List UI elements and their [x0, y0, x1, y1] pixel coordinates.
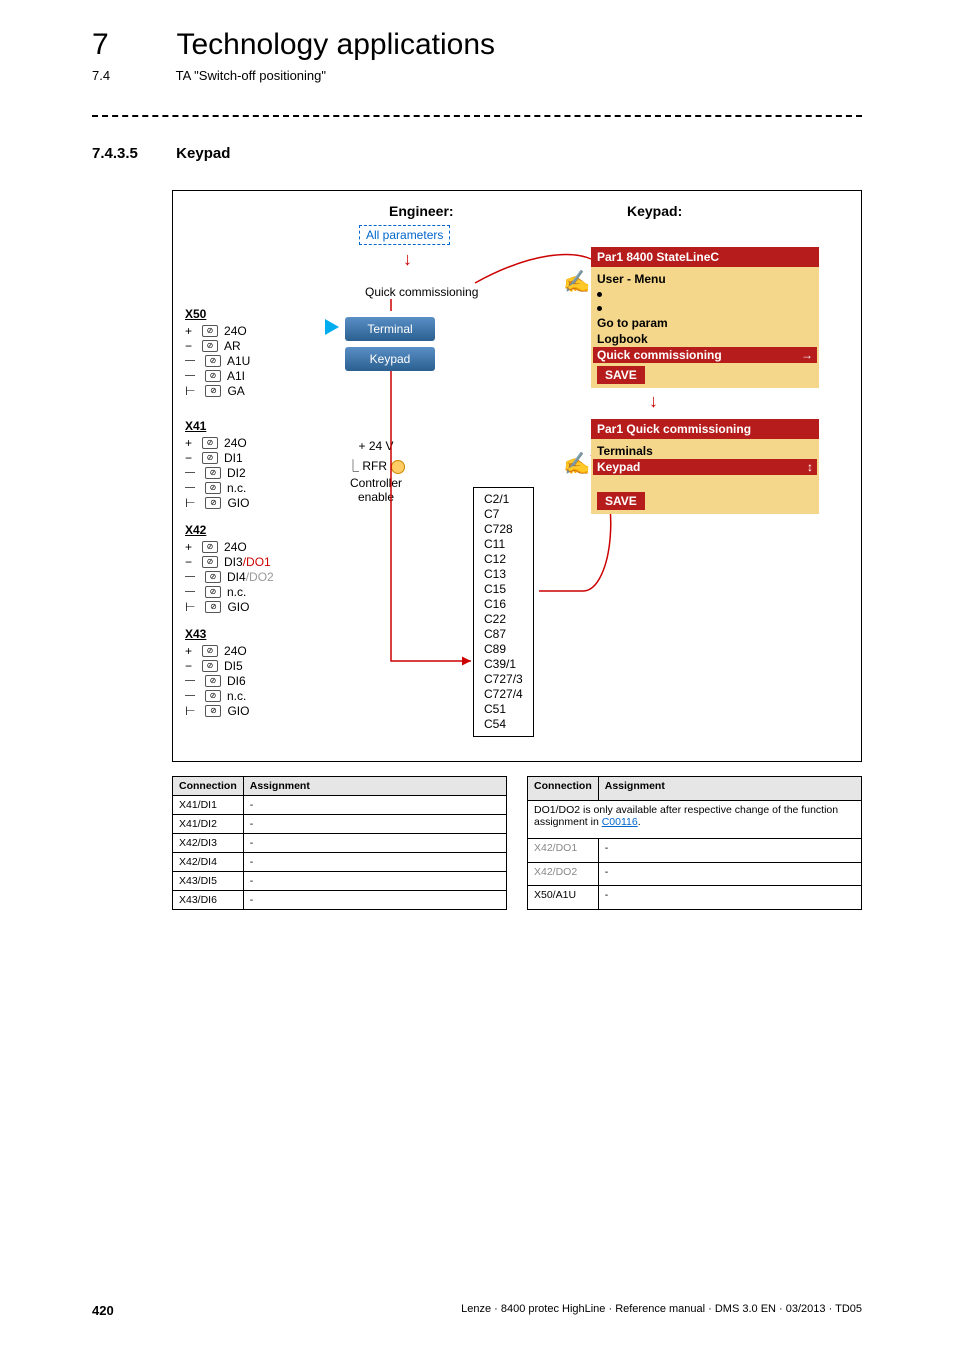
table-row: X43/DI6- [173, 891, 507, 910]
menu-item[interactable]: Logbook [597, 331, 813, 347]
code-list-box: C2/1 C7 C728 C11 C12 C13 C15 C16 C22 C87… [473, 487, 534, 737]
terminal-header: X41 [185, 419, 249, 433]
code-link[interactable]: C00116 [602, 816, 638, 828]
bullet-icon [597, 306, 602, 311]
terminal-x50: X50 +⊘24O −⊘AR ⊘A1U ⊘A1I ⊢⊘GA [185, 307, 250, 398]
terminal-x42: X42 +⊘24O −⊘DI3/DO1 ⊘DI4/DO2 ⊘n.c. ⊢⊘GIO [185, 523, 274, 614]
diagram-container: Engineer: Keypad: All parameters ↓ Quick… [172, 190, 862, 762]
pointer-icon [325, 319, 339, 335]
table-header: Connection [528, 777, 599, 801]
rfr-label: RFR [362, 459, 387, 473]
rfr-block: + 24 V ⎿ RFR Controller enable [347, 439, 405, 504]
terminal-x43: X43 +⊘24O −⊘DI5 ⊘DI6 ⊘n.c. ⊢⊘GIO [185, 627, 249, 718]
quick-commissioning-label: Quick commissioning [365, 285, 478, 299]
controller-enable-label: Controller enable [347, 476, 405, 504]
save-button[interactable]: SAVE [597, 492, 645, 510]
menu-body: User - Menu Go to param Logbook Quick co… [591, 267, 819, 388]
menu-item[interactable]: Go to param [597, 315, 813, 331]
section-title: Keypad [176, 145, 230, 162]
table-header: Connection [173, 777, 244, 796]
tables-container: Connection Assignment X41/DI1- X41/DI2- … [172, 776, 862, 910]
table-note: DO1/DO2 is only available after respecti… [528, 800, 862, 839]
menu-header: Par1 Quick commissioning [591, 419, 819, 439]
terminal-header: X43 [185, 627, 249, 641]
sub-title: TA "Switch-off positioning" [176, 68, 326, 83]
table-row: X50/A1U- [528, 886, 862, 910]
keypad-label: Keypad: [627, 203, 682, 219]
terminal-header: X50 [185, 307, 250, 321]
menu-item-selected[interactable]: Quick commissioning→ [593, 347, 817, 363]
keypad-menu-2: Par1 Quick commissioning Terminals Keypa… [591, 419, 819, 514]
table-header: Assignment [243, 777, 506, 796]
arrow-down-icon: ↓ [649, 391, 658, 412]
voltage-label: + 24 V [347, 439, 405, 453]
save-button[interactable]: SAVE [597, 366, 645, 384]
table-row: X42/DO1- [528, 839, 862, 863]
section-number: 7.4.3.5 [92, 145, 172, 162]
hand-icon: ✍ [563, 451, 590, 477]
arrow-updown-icon: ↕ [807, 460, 813, 474]
section-heading: 7.4.3.5 Keypad [0, 117, 954, 162]
all-parameters-link[interactable]: All parameters [359, 225, 450, 245]
terminal-x41: X41 +⊘24O −⊘DI1 ⊘DI2 ⊘n.c. ⊢⊘GIO [185, 419, 249, 510]
table-row: X42/DI4- [173, 853, 507, 872]
table-note-row: DO1/DO2 is only available after respecti… [528, 800, 862, 839]
rfr-indicator-icon [391, 460, 405, 474]
arrow-down-icon: ↓ [403, 249, 412, 270]
engineer-label: Engineer: [389, 203, 454, 219]
terminal-header: X42 [185, 523, 274, 537]
footer-text: Lenze · 8400 protec HighLine · Reference… [461, 1303, 862, 1318]
bullet-icon [597, 292, 602, 297]
arrow-right-icon: → [801, 348, 813, 362]
chapter-title: Technology applications [176, 28, 495, 62]
menu-header: Par1 8400 StateLineC [591, 247, 819, 267]
chapter-number: 7 [92, 28, 172, 62]
sub-header: 7.4 TA "Switch-off positioning" [0, 62, 954, 83]
menu-item[interactable]: Terminals [597, 443, 813, 459]
page-number: 420 [92, 1303, 114, 1318]
table-header: Assignment [598, 777, 861, 801]
menu-item-selected[interactable]: Keypad↕ [593, 459, 817, 475]
connection-table-left: Connection Assignment X41/DI1- X41/DI2- … [172, 776, 507, 910]
connection-table-right: Connection Assignment DO1/DO2 is only av… [527, 776, 862, 910]
keypad-button[interactable]: Keypad [345, 347, 435, 371]
page-footer: 420 Lenze · 8400 protec HighLine · Refer… [92, 1303, 862, 1318]
page-header: 7 Technology applications [0, 0, 954, 62]
table-row: X42/DO2- [528, 862, 862, 886]
table-row: X41/DI2- [173, 815, 507, 834]
keypad-menu-1: Par1 8400 StateLineC User - Menu Go to p… [591, 247, 819, 388]
table-row: X43/DI5- [173, 872, 507, 891]
menu-item[interactable]: User - Menu [597, 271, 813, 287]
hand-icon: ✍ [563, 269, 590, 295]
terminal-button[interactable]: Terminal [345, 317, 435, 341]
sub-number: 7.4 [92, 68, 172, 83]
table-row: X41/DI1- [173, 796, 507, 815]
table-row: X42/DI3- [173, 834, 507, 853]
menu-body: Terminals Keypad↕ SAVE [591, 439, 819, 514]
